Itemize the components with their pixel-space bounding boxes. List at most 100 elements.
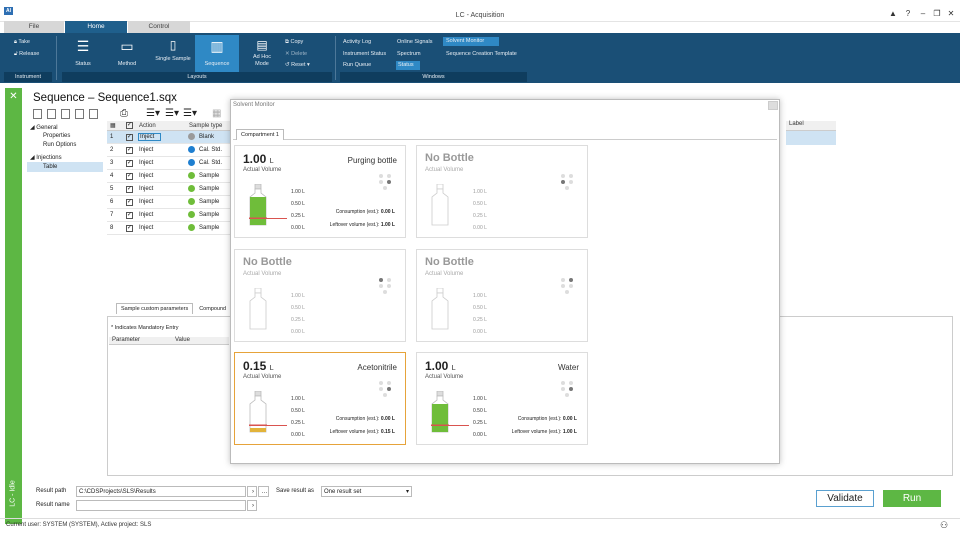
row-checkbox[interactable] xyxy=(126,198,133,206)
tab-home[interactable]: Home xyxy=(65,21,127,33)
open-icon[interactable] xyxy=(47,109,56,119)
spectrum-button[interactable]: Spectrum xyxy=(397,51,421,57)
fill-down-icon[interactable]: ☰▾ xyxy=(183,108,197,119)
online-signals-button[interactable]: Online Signals xyxy=(397,39,432,45)
row-checkbox[interactable] xyxy=(126,146,133,154)
result-path-input[interactable]: C:\CDSProjects\SLS\Results xyxy=(76,486,246,497)
export-icon[interactable] xyxy=(89,109,98,119)
take-button[interactable]: 🔒︎ Take xyxy=(14,39,30,46)
row-checkbox[interactable] xyxy=(126,159,133,167)
reset-button[interactable]: ↺ Reset ▾ xyxy=(285,62,310,68)
table-row[interactable]: 7 Inject Sample xyxy=(107,209,230,222)
nav-run-options[interactable]: Run Options xyxy=(43,142,76,148)
nav-properties[interactable]: Properties xyxy=(43,133,70,139)
row-action[interactable]: Inject xyxy=(139,225,153,231)
method-layout-button[interactable]: ▭ Method xyxy=(108,38,146,72)
activity-log-button[interactable]: Activity Log xyxy=(343,39,371,45)
row-action[interactable]: Inject xyxy=(139,212,153,218)
row-checkbox[interactable] xyxy=(126,185,133,193)
insert-row-icon[interactable]: ☰▾ xyxy=(146,108,160,119)
help-icon[interactable]: ? xyxy=(902,9,914,18)
single-sample-layout-button[interactable]: ▯ Single Sample xyxy=(154,38,192,72)
close-icon[interactable]: ✕ xyxy=(945,9,957,18)
table-body: 1 Inject Blank 2 Inject Cal. Std. 3 Inject Cal. … xyxy=(107,131,230,235)
release-button[interactable]: 🔓︎ Release xyxy=(14,51,39,58)
row-action[interactable]: Inject xyxy=(139,160,153,166)
table-options-icon[interactable]: ▦ xyxy=(212,108,221,119)
column-action-header[interactable]: Action xyxy=(139,123,156,129)
row-sample-type[interactable]: Sample xyxy=(199,225,219,231)
table-row[interactable]: 8 Inject Sample xyxy=(107,222,230,235)
row-sample-type[interactable]: Cal. Std. xyxy=(199,160,222,166)
bottle-card[interactable]: No Bottle Actual Volume 1.00 L 0.50 L 0.25 … xyxy=(416,249,588,342)
nav-table[interactable]: Table xyxy=(27,162,103,172)
save-result-as-select[interactable]: One result set ▾ xyxy=(321,486,412,497)
validate-button[interactable]: Validate xyxy=(816,490,874,507)
solvent-monitor-button[interactable]: Solvent Monitor xyxy=(443,37,499,46)
ad-hoc-mode-button[interactable]: ▤ Ad Hoc Mode xyxy=(244,38,280,72)
row-action[interactable]: Inject xyxy=(137,133,162,141)
nav-injections[interactable]: ◢ Injections xyxy=(30,154,62,161)
delete-button[interactable]: ✕ Delete xyxy=(285,51,307,57)
save-icon[interactable] xyxy=(61,109,70,119)
new-icon[interactable] xyxy=(33,109,42,119)
row-checkbox[interactable] xyxy=(126,172,133,180)
row-action[interactable]: Inject xyxy=(139,199,153,205)
row-checkbox[interactable] xyxy=(126,211,133,219)
row-action[interactable]: Inject xyxy=(139,186,153,192)
bottle-card[interactable]: No Bottle Actual Volume 1.00 L 0.50 L 0.25 … xyxy=(416,145,588,238)
print-icon[interactable]: ⎙ xyxy=(120,108,128,119)
table-settings-icon[interactable]: ▦ xyxy=(110,122,116,129)
table-row[interactable]: 1 Inject Blank xyxy=(107,131,230,144)
dialog-close-button[interactable] xyxy=(768,101,778,110)
tab-sample-custom-parameters[interactable]: Sample custom parameters xyxy=(116,303,194,314)
tab-compounds[interactable]: Compound xyxy=(195,304,230,314)
table-row[interactable]: 4 Inject Sample xyxy=(107,170,230,183)
table-row[interactable]: 3 Inject Cal. Std. xyxy=(107,157,230,170)
users-icon[interactable]: ⚇ xyxy=(940,520,948,531)
tab-compartment-1[interactable]: Compartment 1 xyxy=(236,129,284,140)
instrument-status-button[interactable]: Instrument Status xyxy=(343,51,386,57)
column-label-header[interactable]: Label xyxy=(786,121,836,131)
status-window-button[interactable]: Status xyxy=(396,61,420,70)
minimize-icon[interactable]: – xyxy=(917,9,929,18)
row-action[interactable]: Inject xyxy=(139,173,153,179)
result-name-input[interactable] xyxy=(76,500,246,511)
status-layout-button[interactable]: ☰ Status xyxy=(64,38,102,72)
table-row[interactable]: 6 Inject Sample xyxy=(107,196,230,209)
table-row[interactable]: 2 Inject Cal. Std. xyxy=(107,144,230,157)
tab-control[interactable]: Control xyxy=(128,21,190,33)
bottle-card[interactable]: 0.15 L Actual Volume Acetonitrile 1.00 L 0.5… xyxy=(234,352,406,445)
run-button[interactable]: Run xyxy=(883,490,941,507)
close-icon[interactable]: ✕ xyxy=(5,91,22,102)
row-checkbox[interactable] xyxy=(126,133,133,141)
sequence-layout-button[interactable]: ▥ Sequence xyxy=(195,35,239,73)
sequence-template-button[interactable]: Sequence Creation Template xyxy=(446,51,517,57)
row-sample-type[interactable]: Sample xyxy=(199,212,219,218)
restore-icon[interactable]: ❐ xyxy=(931,9,943,18)
result-path-arrow-button[interactable]: › xyxy=(247,486,257,497)
row-sample-type[interactable]: Sample xyxy=(199,173,219,179)
bottle-card[interactable]: 1.00 L Actual Volume Purging bottle 1.00 L0… xyxy=(234,145,406,238)
append-row-icon[interactable]: ☰▾ xyxy=(165,108,179,119)
bottle-card[interactable]: No Bottle Actual Volume 1.00 L 0.50 L 0.25 … xyxy=(234,249,406,342)
copy-button[interactable]: ⧉ Copy xyxy=(285,39,303,46)
label-cell-selected[interactable] xyxy=(786,131,836,145)
run-queue-button[interactable]: Run Queue xyxy=(343,62,371,68)
browse-button[interactable]: … xyxy=(258,486,269,497)
row-checkbox[interactable] xyxy=(126,224,133,232)
save-as-icon[interactable] xyxy=(75,109,84,119)
tab-file[interactable]: File xyxy=(4,21,64,33)
bottle-card[interactable]: 1.00 L Actual Volume Water 1.00 L 0.50 L 0.25… xyxy=(416,352,588,445)
table-row[interactable]: 5 Inject Sample xyxy=(107,183,230,196)
nav-general[interactable]: ◢ General xyxy=(30,124,58,131)
row-action[interactable]: Inject xyxy=(139,147,153,153)
row-sample-type[interactable]: Sample xyxy=(199,199,219,205)
row-sample-type[interactable]: Cal. Std. xyxy=(199,147,222,153)
select-all-checkbox[interactable] xyxy=(126,121,133,129)
row-sample-type[interactable]: Blank xyxy=(199,134,214,140)
result-name-arrow-button[interactable]: › xyxy=(247,500,257,511)
row-sample-type[interactable]: Sample xyxy=(199,186,219,192)
ribbon-collapse-icon[interactable]: ▲ xyxy=(887,9,899,18)
column-sample-type-header[interactable]: Sample type xyxy=(189,123,222,129)
